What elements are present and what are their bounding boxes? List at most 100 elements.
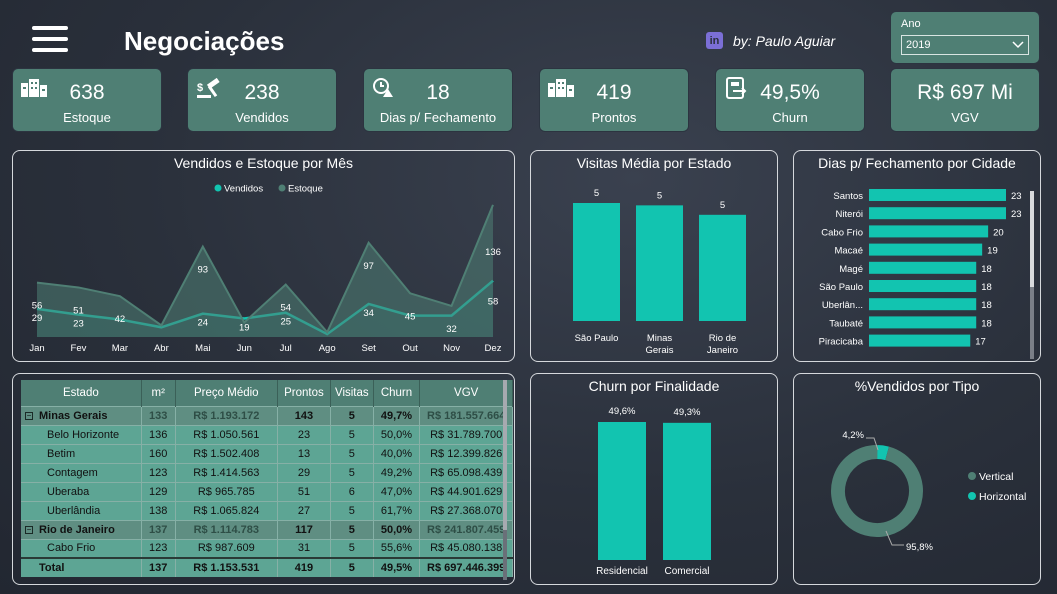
table-cell-name: − Minas Gerais [21, 405, 142, 425]
data-label: 4,2% [842, 430, 864, 441]
data-label: 5 [594, 188, 599, 199]
data-label: 18 [981, 300, 992, 311]
bar [869, 225, 989, 238]
data-label: 97 [363, 261, 374, 272]
kpi-value: 638 [69, 81, 105, 104]
bar [869, 189, 1006, 201]
table-cell: 47,0% [373, 481, 421, 501]
collapse-icon[interactable]: − [25, 411, 33, 420]
data-label: 18 [981, 282, 992, 293]
kpi-card-dias-p-fechamento: 18 Dias p/ Fechamento [363, 68, 513, 132]
x-tick-label: Rio de Janeiro [707, 333, 738, 356]
data-label: 23 [73, 319, 84, 330]
x-tick-label: Fev [71, 343, 87, 354]
table-cell-name: Cabo Frio [21, 538, 142, 558]
column-header[interactable]: Churn [373, 380, 421, 406]
x-tick-label: Jan [29, 343, 44, 354]
x-tick-label: Dez [485, 343, 502, 354]
collapse-icon[interactable]: − [25, 525, 33, 534]
table-cell: 61,7% [373, 500, 421, 520]
table-group-row[interactable]: − Minas Gerais 133 R$ 1.193.172 143 5 49,7% R$ … [21, 405, 513, 425]
chart-legend: Vendidos Estoque [214, 184, 323, 195]
kpi-value: 238 [244, 81, 280, 104]
table-cell: 138 [141, 500, 176, 520]
table-cell: 50,0% [373, 519, 421, 539]
legend-label-vertical: Vertical [979, 471, 1013, 483]
hamburger-menu-icon[interactable] [32, 26, 68, 54]
table-cell: 5 [330, 424, 374, 444]
y-tick-label: Santos [833, 191, 863, 202]
y-tick-label: Macaé [834, 246, 863, 257]
table-cell: R$ 27.368.070 [419, 500, 513, 520]
table-cell: R$ 1.114.783 [175, 519, 278, 539]
group-label: Rio de Janeiro [39, 523, 115, 536]
column-header[interactable]: VGV [419, 380, 513, 406]
legend-label-vendidos: Vendidos [224, 184, 263, 195]
x-tick-label: Abr [154, 343, 169, 354]
x-tick-label: Out [402, 343, 418, 354]
x-tick-label: Nov [443, 343, 460, 354]
column-header[interactable]: Visitas [330, 380, 374, 406]
kpi-label: Vendidos [235, 110, 289, 125]
table-cell: 55,6% [373, 538, 421, 558]
table-cell: 31 [277, 538, 332, 558]
kpi-label: Dias p/ Fechamento [379, 110, 497, 125]
total-cell: 49,5% [373, 557, 421, 577]
table-cell-name: Betim [21, 443, 142, 463]
table-cell-name: − Rio de Janeiro [21, 519, 142, 539]
total-cell: R$ 1.153.531 [175, 557, 278, 577]
kpi-value: 419 [596, 81, 632, 104]
table-cell: R$ 45.080.138 [419, 538, 513, 558]
visits-bar-chart: 5 5 5 São Paulo Minas Gerais Rio de Janeiro [573, 188, 746, 356]
x-tick-label: Mar [112, 343, 128, 354]
area-estoque [37, 204, 493, 337]
bar [573, 203, 620, 321]
visits-chart-panel: Visitas Média por Estado 5 5 5 São Paulo Min… [530, 150, 778, 362]
table-row: Belo Horizonte 136 R$ 1.050.561 23 5 50,0% R$ … [21, 424, 513, 444]
table-cell: 5 [330, 443, 374, 463]
data-label: 20 [993, 227, 1004, 238]
column-header[interactable]: m² [141, 380, 176, 406]
legend-marker-vendidos [214, 184, 222, 192]
table-cell: R$ 31.789.700 [419, 424, 513, 444]
column-header[interactable]: Prontos [277, 380, 332, 406]
table-cell: 123 [141, 462, 176, 482]
column-header[interactable]: Preço Médio [175, 380, 278, 406]
author-name: by: Paulo Aguiar [733, 32, 836, 49]
table-cell: 50,0% [373, 424, 421, 444]
legend-marker-estoque [278, 184, 286, 192]
linkedin-icon[interactable]: in [706, 32, 723, 49]
sales-stock-chart-panel: Vendidos e Estoque por Mês Vendidos Estoq… [12, 150, 515, 362]
table-cell: 51 [277, 481, 332, 501]
table-cell: 117 [277, 519, 332, 539]
data-label: 19 [987, 246, 998, 257]
bar [869, 243, 983, 256]
scrollbar[interactable] [1030, 191, 1034, 359]
column-header[interactable]: Estado [21, 380, 142, 406]
table-cell: 133 [141, 405, 176, 425]
kpi-card-prontos: 419 Prontos [539, 68, 689, 132]
y-tick-label: Cabo Frio [821, 227, 863, 238]
bar [869, 334, 971, 347]
table-row: Cabo Frio 123 R$ 987.609 31 5 55,6% R$ 45.080.… [21, 538, 513, 558]
table-cell: 129 [141, 481, 176, 501]
x-tick-label: Ago [319, 343, 336, 354]
data-label: 136 [485, 247, 501, 258]
data-label: 34 [363, 308, 374, 319]
table-scrollbar[interactable] [503, 380, 507, 580]
table-cell: R$ 1.414.563 [175, 462, 278, 482]
bar [869, 280, 977, 292]
year-dropdown-value: 2019 [906, 39, 931, 51]
sales-stock-area-chart: Vendidos Estoque 29 23 24 19 25 34 58 56 51 42 93 54 9… [29, 184, 502, 355]
table-row: Uberaba 129 R$ 965.785 51 6 47,0% R$ 44.901.62… [21, 481, 513, 501]
year-dropdown[interactable]: 2019 [901, 35, 1029, 55]
sold-type-chart-panel: %Vendidos por Tipo 4,2% 95,8% Vertical Hori… [793, 373, 1041, 585]
table-row: Contagem 123 R$ 1.414.563 29 5 49,2% R$ 65.098… [21, 462, 513, 482]
table-cell: R$ 965.785 [175, 481, 278, 501]
table-group-row[interactable]: − Rio de Janeiro 137 R$ 1.114.783 117 5 50,0% R… [21, 519, 513, 539]
kpi-card-churn: 49,5% Churn [715, 68, 865, 132]
x-tick-label: Jul [280, 343, 292, 354]
kpi-value: 49,5% [760, 81, 820, 104]
total-cell: R$ 697.446.399 [419, 557, 513, 577]
table-cell: 137 [141, 519, 176, 539]
